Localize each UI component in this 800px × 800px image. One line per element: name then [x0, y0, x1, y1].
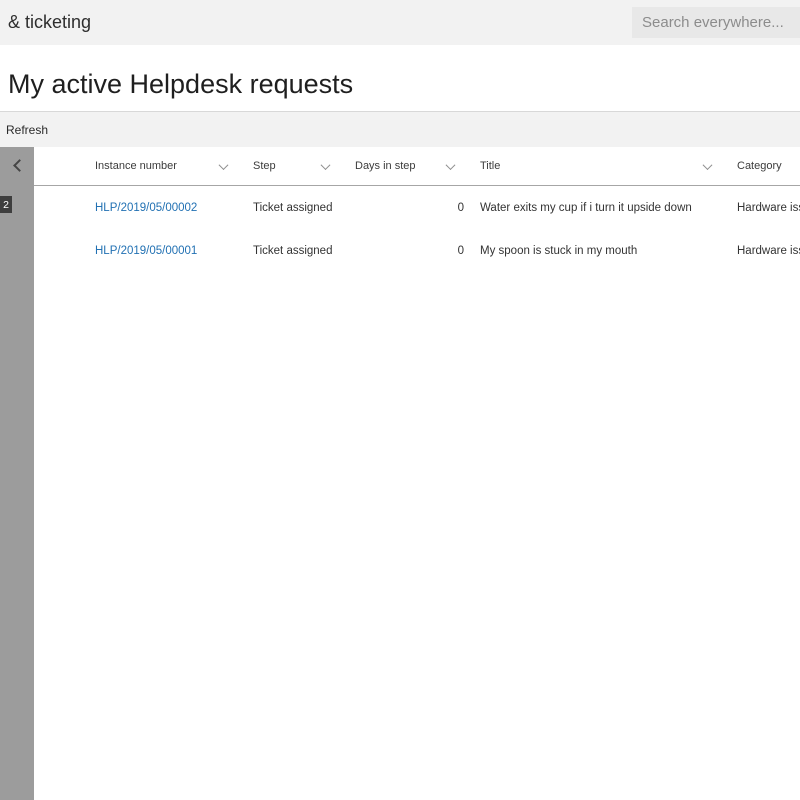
column-header-category[interactable]: Category [737, 160, 800, 172]
column-header-instance-number[interactable]: Instance number [95, 160, 253, 172]
column-label: Category [737, 160, 782, 172]
refresh-button[interactable]: Refresh [0, 123, 54, 137]
step-cell: Ticket assigned [253, 202, 355, 214]
instance-number-cell: HLP/2019/05/00002 [95, 202, 253, 214]
column-header-days-in-step[interactable]: Days in step [355, 160, 480, 172]
search-input[interactable] [632, 7, 800, 38]
table-header: Instance number Step Days in step Title … [34, 147, 800, 186]
page-title: My active Helpdesk requests [0, 57, 353, 100]
chevron-down-icon[interactable] [321, 160, 331, 170]
collapse-panel-button[interactable] [0, 147, 34, 183]
table-row[interactable]: HLP/2019/05/00001 Ticket assigned 0 My s… [34, 229, 800, 272]
table-row[interactable]: HLP/2019/05/00002 Ticket assigned 0 Wate… [34, 186, 800, 229]
top-bar: & ticketing [0, 0, 800, 45]
chevron-down-icon[interactable] [446, 160, 456, 170]
instance-number-cell: HLP/2019/05/00001 [95, 245, 253, 257]
category-cell: Hardware issue [737, 202, 800, 214]
collapsed-sidebar: 2 [0, 147, 34, 800]
days-in-step-cell: 0 [355, 202, 480, 214]
main-area: 2 Instance number Step Days in step Titl… [0, 147, 800, 800]
instance-link[interactable]: HLP/2019/05/00002 [95, 202, 197, 214]
days-in-step-cell: 0 [355, 245, 480, 257]
chevron-left-icon [13, 159, 26, 172]
title-cell: My spoon is stuck in my mouth [480, 245, 737, 257]
title-cell: Water exits my cup if i turn it upside d… [480, 202, 737, 214]
chevron-down-icon[interactable] [703, 160, 713, 170]
column-label: Step [253, 160, 276, 172]
category-cell: Hardware issue [737, 245, 800, 257]
column-header-step[interactable]: Step [253, 160, 355, 172]
column-label: Instance number [95, 160, 177, 172]
column-label: Days in step [355, 160, 416, 172]
step-cell: Ticket assigned [253, 245, 355, 257]
page-title-band: My active Helpdesk requests [0, 45, 800, 112]
app-title: & ticketing [0, 12, 91, 33]
requests-table: Instance number Step Days in step Title … [34, 147, 800, 800]
column-header-title[interactable]: Title [480, 160, 737, 172]
request-count-badge: 2 [0, 196, 12, 213]
toolbar: Refresh [0, 112, 800, 147]
chevron-down-icon[interactable] [219, 160, 229, 170]
column-label: Title [480, 160, 500, 172]
instance-link[interactable]: HLP/2019/05/00001 [95, 245, 197, 257]
